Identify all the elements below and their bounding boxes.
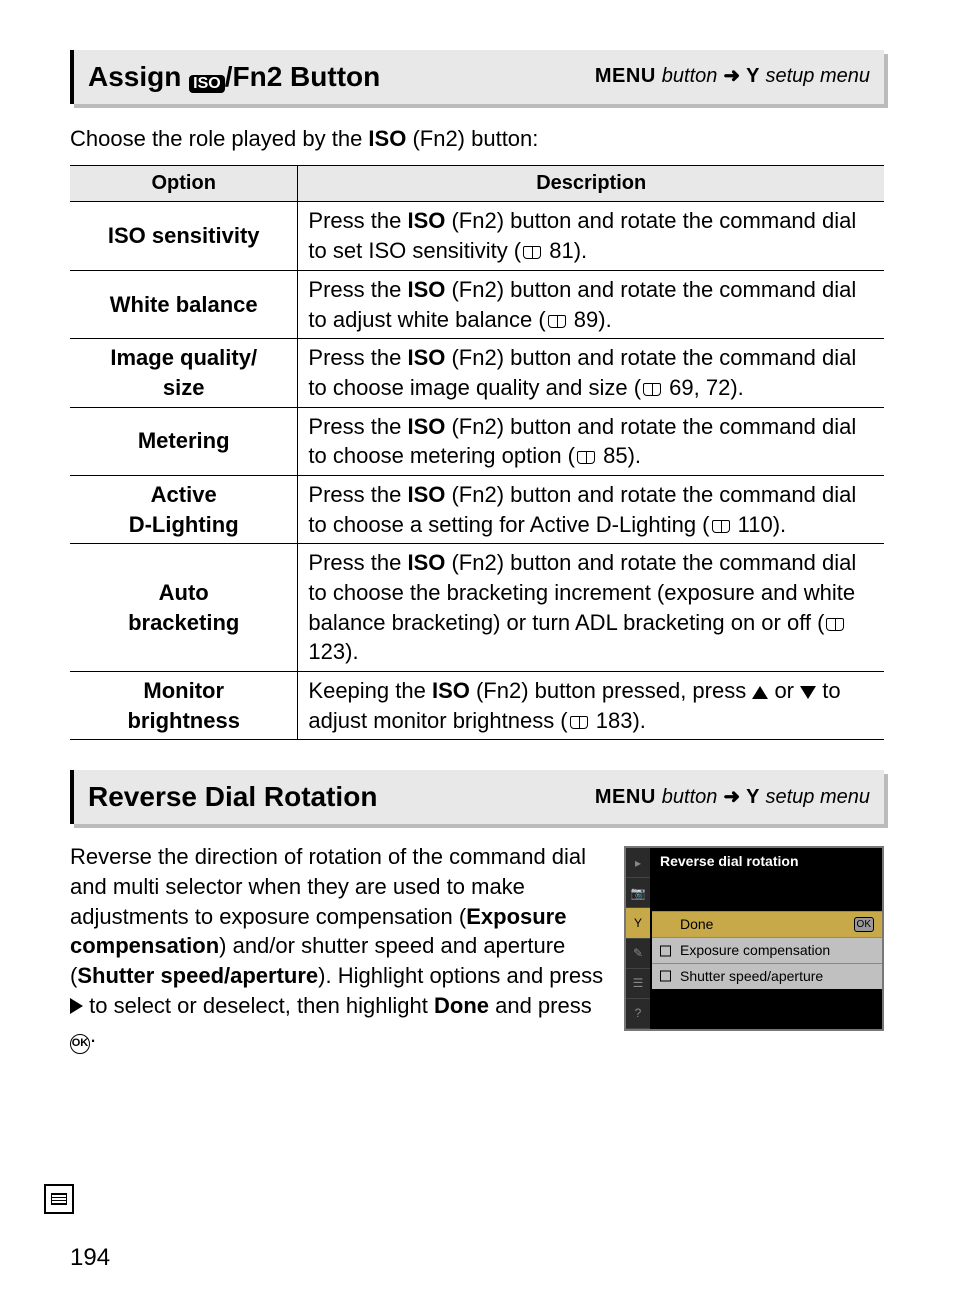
sidebar-icon-retouch: ✎ xyxy=(626,939,650,969)
page-ref-icon xyxy=(643,383,661,396)
table-row: Image quality/sizePress the ISO (Fn2) bu… xyxy=(70,339,884,407)
footer-menu-icon xyxy=(44,1184,74,1214)
intro-pre: Choose the role played by the xyxy=(70,126,368,151)
up-triangle-icon xyxy=(752,686,768,699)
section-title-assign: Assign ISO/Fn2 Button xyxy=(88,58,380,96)
page-ref-icon xyxy=(577,451,595,464)
ok-button-icon: OK xyxy=(70,1034,90,1054)
option-cell: White balance xyxy=(70,270,298,338)
table-row: White balancePress the ISO (Fn2) button … xyxy=(70,270,884,338)
sidebar-icon-play: ▸ xyxy=(626,848,650,878)
page-ref-icon xyxy=(826,618,844,631)
checkbox-icon xyxy=(660,945,671,956)
screen-row-exposure[interactable]: Exposure compensation xyxy=(652,937,882,963)
down-triangle-icon xyxy=(800,686,816,699)
description-cell: Keeping the ISO (Fn2) button pressed, pr… xyxy=(298,672,884,740)
table-row: ISO sensitivityPress the ISO (Fn2) butto… xyxy=(70,202,884,270)
sidebar-icon-mymenu: ☰ xyxy=(626,969,650,999)
rp-b2: Shutter speed/aperture xyxy=(77,963,318,988)
screen-row-shutter[interactable]: Shutter speed/aperture xyxy=(652,963,882,989)
section-header-reverse: Reverse Dial Rotation MENU button ➜ Y se… xyxy=(70,770,884,824)
option-cell: Autobracketing xyxy=(70,544,298,672)
right-triangle-icon xyxy=(70,998,83,1014)
arrow-icon: ➜ xyxy=(723,63,740,90)
camera-sidebar: ▸ 📷 Y ✎ ☰ ? xyxy=(626,848,650,1029)
description-cell: Press the ISO (Fn2) button and rotate th… xyxy=(298,475,884,543)
th-description: Description xyxy=(298,166,884,202)
camera-screen-wrap: ▸ 📷 Y ✎ ☰ ? Reverse dial rotation Done O… xyxy=(624,846,884,1031)
description-cell: Press the ISO (Fn2) button and rotate th… xyxy=(298,407,884,475)
crumb-setup-2: setup menu xyxy=(765,784,870,811)
row-shutter-label: Shutter speed/aperture xyxy=(680,967,823,986)
option-cell: Metering xyxy=(70,407,298,475)
title-prefix: Assign xyxy=(88,61,189,92)
intro-bold: ISO xyxy=(368,126,406,151)
camera-screen: ▸ 📷 Y ✎ ☰ ? Reverse dial rotation Done O… xyxy=(624,846,884,1031)
th-option: Option xyxy=(70,166,298,202)
rp-t3: ). Highlight options and press xyxy=(318,963,603,988)
option-cell: ActiveD-Lighting xyxy=(70,475,298,543)
row-exp-label: Exposure compensation xyxy=(680,941,830,960)
crumb-button: button xyxy=(662,63,718,90)
table-row: MonitorbrightnessKeeping the ISO (Fn2) b… xyxy=(70,672,884,740)
screen-row-done[interactable]: Done OK xyxy=(652,911,882,937)
sidebar-icon-help: ? xyxy=(626,999,650,1029)
page-ref-icon xyxy=(523,246,541,259)
description-cell: Press the ISO (Fn2) button and rotate th… xyxy=(298,270,884,338)
section-header-assign: Assign ISO/Fn2 Button MENU button ➜ Y se… xyxy=(70,50,884,104)
intro-text: Choose the role played by the ISO (Fn2) … xyxy=(70,124,884,154)
setup-menu-icon-2: Y xyxy=(746,784,759,811)
option-cell: ISO sensitivity xyxy=(70,202,298,270)
crumb-menu-2: MENU xyxy=(595,784,656,811)
screen-spacer xyxy=(652,875,882,911)
page-ref-icon xyxy=(548,315,566,328)
rp-t6: . xyxy=(90,1022,96,1047)
description-cell: Press the ISO (Fn2) button and rotate th… xyxy=(298,544,884,672)
table-row: MeteringPress the ISO (Fn2) button and r… xyxy=(70,407,884,475)
description-cell: Press the ISO (Fn2) button and rotate th… xyxy=(298,339,884,407)
description-cell: Press the ISO (Fn2) button and rotate th… xyxy=(298,202,884,270)
crumb-menu: MENU xyxy=(595,63,656,90)
setup-menu-icon: Y xyxy=(746,63,759,90)
row-done-label: Done xyxy=(680,915,713,934)
rp-b3: Done xyxy=(434,993,489,1018)
screen-bottom xyxy=(652,989,882,1029)
section-title-reverse: Reverse Dial Rotation xyxy=(88,778,377,816)
sidebar-icon-setup: Y xyxy=(626,908,650,938)
screen-title: Reverse dial rotation xyxy=(652,848,882,875)
rp-t5: and press xyxy=(489,993,592,1018)
options-table: Option Description ISO sensitivityPress … xyxy=(70,165,884,740)
iso-icon: ISO xyxy=(189,75,225,93)
table-row: ActiveD-LightingPress the ISO (Fn2) butt… xyxy=(70,475,884,543)
page-ref-icon xyxy=(712,520,730,533)
intro-post: (Fn2) button: xyxy=(406,126,538,151)
checkbox-icon xyxy=(660,971,671,982)
crumb-setup: setup menu xyxy=(765,63,870,90)
arrow-icon-2: ➜ xyxy=(723,784,740,811)
title-suffix: /Fn2 Button xyxy=(225,61,381,92)
page-ref-icon xyxy=(570,716,588,729)
option-cell: Image quality/size xyxy=(70,339,298,407)
breadcrumb-reverse: MENU button ➜ Y setup menu xyxy=(595,784,870,811)
rp-t4: to select or deselect, then highlight xyxy=(83,993,434,1018)
crumb-button-2: button xyxy=(662,784,718,811)
ok-badge: OK xyxy=(854,917,874,933)
table-row: AutobracketingPress the ISO (Fn2) button… xyxy=(70,544,884,672)
page-number: 194 xyxy=(70,1242,110,1274)
option-cell: Monitorbrightness xyxy=(70,672,298,740)
sidebar-icon-camera: 📷 xyxy=(626,878,650,908)
breadcrumb-assign: MENU button ➜ Y setup menu xyxy=(595,63,870,90)
